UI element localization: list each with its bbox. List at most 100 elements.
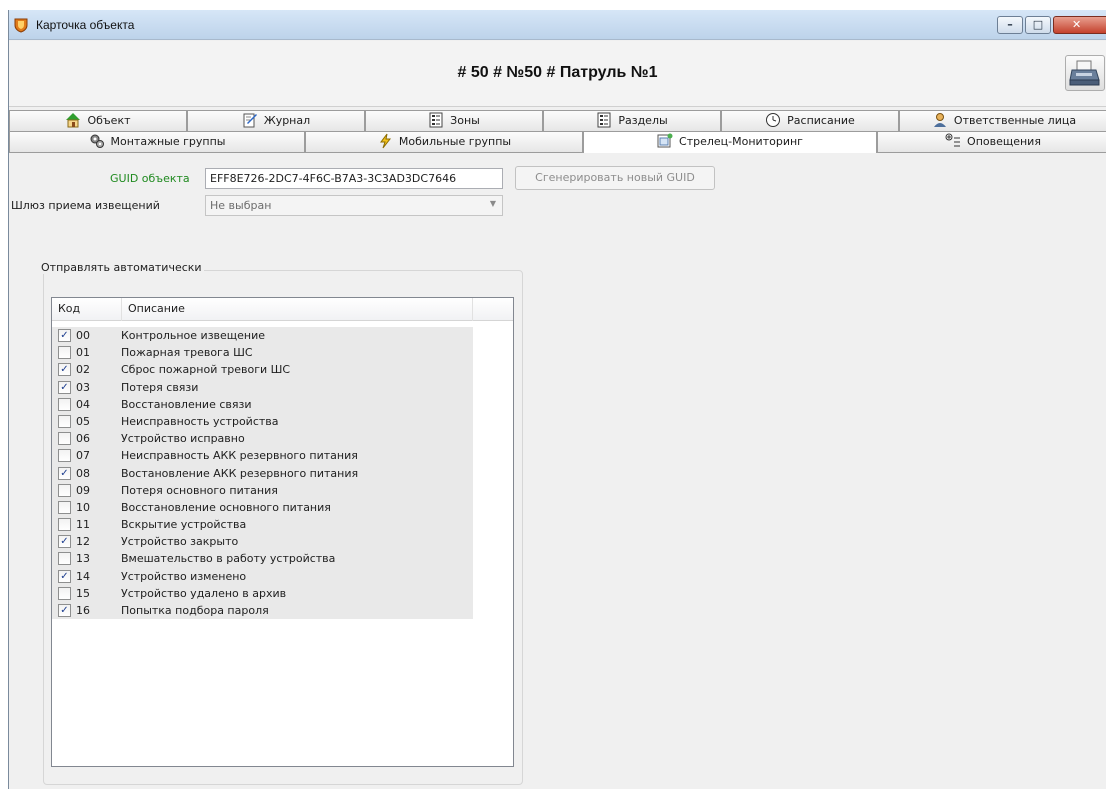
- tab-label: Разделы: [618, 114, 668, 127]
- event-description: Вскрытие устройства: [121, 518, 247, 532]
- minimize-icon: –: [1007, 18, 1013, 31]
- event-rows: ✓ 00 Контрольное извещение 01 Пожарная трево…: [52, 327, 473, 620]
- tab-installation-groups[interactable]: Монтажные группы: [9, 131, 305, 152]
- maximize-button[interactable]: □: [1025, 16, 1051, 34]
- tab-object[interactable]: Объект: [9, 110, 187, 131]
- list-item[interactable]: ✓ 03 Потеря связи: [52, 378, 473, 396]
- tab-responsible-persons[interactable]: Ответственные лица: [899, 110, 1106, 131]
- event-description: Потеря связи: [121, 380, 199, 394]
- tab-zones[interactable]: Зоны: [365, 110, 543, 131]
- gateway-value: Не выбран: [210, 199, 272, 212]
- print-button[interactable]: [1065, 55, 1105, 91]
- event-description: Неисправность устройства: [121, 414, 279, 428]
- list-item[interactable]: 11 Вскрытие устройства: [52, 516, 473, 534]
- list-header: Код Описание: [52, 298, 513, 321]
- guid-field[interactable]: EFF8E726-2DC7-4F6C-B7A3-3C3AD3DC7646: [205, 168, 503, 189]
- tabs-row-1: Объект Журнал Зоны Разделы Расписание От…: [9, 110, 1106, 131]
- shield-icon: [14, 18, 28, 33]
- list-item[interactable]: 09 Потеря основного питания: [52, 481, 473, 499]
- event-code: 08: [76, 466, 90, 480]
- event-code: 05: [76, 414, 90, 428]
- column-header-description[interactable]: Описание: [122, 298, 473, 321]
- tab-mobile-groups[interactable]: Мобильные группы: [305, 131, 583, 152]
- event-code: 00: [76, 329, 90, 342]
- column-header-code[interactable]: Код: [52, 298, 122, 321]
- event-description: Устройство исправно: [121, 432, 245, 446]
- sections-icon: [597, 112, 611, 128]
- page-title: # 50 # №50 # Патруль №1: [457, 64, 658, 81]
- event-checkbox[interactable]: ✓: [58, 535, 71, 549]
- tab-label: Журнал: [263, 114, 311, 127]
- object-header: # 50 # №50 # Патруль №1: [9, 41, 1106, 107]
- tab-label: Стрелец-Мониторинг: [679, 135, 803, 148]
- auto-send-title: Отправлять автоматически: [39, 261, 204, 274]
- list-item[interactable]: 07 Неисправность АКК резервного питания: [52, 447, 473, 465]
- gears-icon: [90, 134, 104, 148]
- event-description: Восстановление основного питания: [121, 500, 331, 514]
- list-item[interactable]: 10 Восстановление основного питания: [52, 498, 473, 517]
- event-checkbox[interactable]: [58, 414, 71, 428]
- tab-strelets-monitoring[interactable]: Стрелец-Мониторинг: [583, 131, 877, 153]
- event-code: 07: [76, 449, 90, 463]
- event-code: 01: [76, 346, 90, 360]
- gateway-select[interactable]: Не выбран ▼: [205, 195, 503, 216]
- close-button[interactable]: ✕: [1053, 16, 1106, 34]
- list-item[interactable]: ✓ 08 Востановление АКК резервного питания: [52, 464, 473, 482]
- tab-journal[interactable]: Журнал: [187, 110, 365, 131]
- event-code: 04: [76, 397, 90, 411]
- generate-guid-button[interactable]: Сгенерировать новый GUID: [515, 166, 715, 190]
- tab-notifications[interactable]: Оповещения: [877, 131, 1106, 152]
- event-checkbox[interactable]: [58, 346, 71, 360]
- event-checkbox[interactable]: [58, 586, 71, 600]
- event-checkbox[interactable]: ✓: [58, 363, 71, 377]
- event-checkbox[interactable]: [58, 500, 71, 514]
- event-checkbox[interactable]: [58, 552, 71, 566]
- maximize-icon: □: [1032, 18, 1044, 31]
- list-item[interactable]: 06 Устройство исправно: [52, 430, 473, 448]
- list-item[interactable]: ✓ 00 Контрольное извещение: [52, 327, 473, 345]
- list-item[interactable]: 01 Пожарная тревога ШС: [52, 344, 473, 362]
- tab-label: Объект: [87, 114, 131, 127]
- list-item[interactable]: ✓ 12 Устройство закрыто: [52, 533, 473, 551]
- list-item[interactable]: 15 Устройство удалено в архив: [52, 584, 473, 602]
- events-list[interactable]: Код Описание ✓ 00 Контрольное извещение 01 П…: [51, 297, 514, 767]
- guid-label: GUID объекта: [110, 172, 190, 185]
- event-description: Попытка подбора пароля: [121, 604, 269, 617]
- event-checkbox[interactable]: [58, 483, 71, 497]
- monitoring-icon: [657, 133, 673, 148]
- zones-icon: [429, 112, 443, 128]
- event-code: 09: [76, 483, 90, 497]
- tab-schedule[interactable]: Расписание: [721, 110, 899, 131]
- list-item[interactable]: ✓ 02 Сброс пожарной тревоги ШС: [52, 361, 473, 379]
- list-item[interactable]: 05 Неисправность устройства: [52, 412, 473, 431]
- tab-label: Мобильные группы: [398, 135, 512, 148]
- event-description: Потеря основного питания: [121, 483, 278, 497]
- event-checkbox[interactable]: ✓: [58, 466, 71, 480]
- event-checkbox[interactable]: ✓: [58, 569, 71, 583]
- event-checkbox[interactable]: ✓: [58, 329, 71, 342]
- event-checkbox[interactable]: [58, 449, 71, 463]
- lightning-icon: [379, 133, 391, 149]
- list-item[interactable]: 04 Восстановление связи: [52, 395, 473, 413]
- event-checkbox[interactable]: [58, 518, 71, 532]
- event-checkbox[interactable]: [58, 397, 71, 411]
- event-checkbox[interactable]: [58, 432, 71, 446]
- title-bar[interactable]: Карточка объекта – □ ✕: [9, 10, 1106, 40]
- event-description: Неисправность АКК резервного питания: [121, 449, 358, 463]
- gateway-label: Шлюз приема извещений: [11, 199, 160, 212]
- list-item[interactable]: ✓ 14 Устройство изменено: [52, 567, 473, 585]
- tab-sections[interactable]: Разделы: [543, 110, 721, 131]
- list-item[interactable]: 13 Вмешательство в работу устройства: [52, 550, 473, 568]
- chevron-down-icon: ▼: [489, 199, 496, 208]
- printer-icon: [1069, 60, 1100, 86]
- house-icon: [66, 113, 81, 128]
- event-checkbox[interactable]: ✓: [58, 604, 71, 617]
- tab-label: Расписание: [787, 114, 855, 127]
- window-title: Карточка объекта: [36, 18, 135, 32]
- minimize-button[interactable]: –: [997, 16, 1023, 34]
- event-checkbox[interactable]: ✓: [58, 380, 71, 394]
- event-code: 12: [76, 535, 90, 549]
- event-description: Устройство удалено в архив: [121, 586, 287, 600]
- list-item[interactable]: ✓ 16 Попытка подбора пароля: [52, 602, 473, 620]
- event-code: 16: [76, 604, 90, 617]
